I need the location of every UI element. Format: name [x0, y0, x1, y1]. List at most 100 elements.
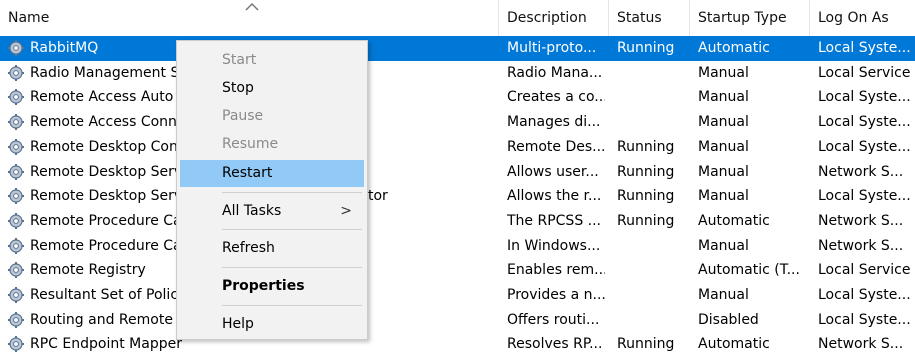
- service-log-on-as: Local Syste...: [818, 188, 911, 205]
- column-header-bar: Name Description Status Startup Type Log…: [0, 0, 915, 37]
- service-description: Provides a n...: [507, 287, 605, 303]
- service-startup-type: Manual: [698, 237, 749, 254]
- gear-icon: [7, 311, 25, 329]
- menu-item-all-tasks-label: All Tasks: [222, 203, 282, 219]
- menu-item-properties-label: Properties: [222, 278, 305, 294]
- service-log-on-as: Local Syste...: [818, 287, 911, 303]
- menu-separator: [222, 305, 362, 306]
- service-log-on-as: Local Syste...: [818, 138, 911, 155]
- service-description: Creates a co...: [507, 89, 605, 106]
- column-header-log-on-as-label: Log On As: [818, 10, 889, 26]
- service-status: Running: [617, 188, 675, 205]
- service-startup-type: Manual: [698, 138, 749, 155]
- menu-item-refresh-label: Refresh: [222, 240, 275, 256]
- service-name-overflow: tor: [368, 188, 388, 205]
- gear-icon: [7, 88, 25, 106]
- column-header-log-on-as[interactable]: Log On As: [810, 0, 915, 36]
- chevron-right-icon: >: [340, 203, 352, 219]
- service-status: Running: [617, 40, 675, 56]
- table-row[interactable]: Remote Access Conn Manages di... Manual Loc…: [0, 110, 915, 135]
- menu-item-help-label: Help: [222, 316, 254, 332]
- menu-separator: [222, 229, 362, 230]
- table-row[interactable]: Remote Desktop Serv Allows the r... Runnin…: [0, 184, 915, 209]
- menu-item-pause-label: Pause: [222, 108, 264, 124]
- service-startup-type: Manual: [698, 114, 749, 131]
- column-header-name-label: Name: [8, 10, 50, 26]
- service-startup-type: Manual: [698, 64, 749, 81]
- menu-separator: [222, 192, 362, 193]
- context-menu: Start Stop Pause Resume Restart All Task…: [176, 40, 368, 340]
- gear-icon: [7, 64, 25, 82]
- service-status: Running: [617, 212, 675, 229]
- gear-icon: [7, 187, 25, 205]
- service-status: Running: [617, 138, 675, 155]
- gear-icon: [7, 163, 25, 181]
- menu-separator: [222, 267, 362, 268]
- service-log-on-as: Local Service: [818, 262, 911, 279]
- service-log-on-as: Network S...: [818, 212, 904, 229]
- service-description: Enables rem...: [507, 262, 605, 279]
- menu-item-pause[interactable]: Pause: [180, 103, 364, 130]
- menu-item-restart-label: Restart: [222, 165, 273, 181]
- service-description: Multi-proto...: [507, 40, 597, 56]
- service-log-on-as: Network S...: [818, 237, 904, 254]
- table-row[interactable]: RabbitMQ Multi-proto... Running Automatic Lo…: [0, 36, 915, 61]
- service-startup-type: Automatic: [698, 212, 770, 229]
- sort-ascending-icon: [245, 2, 259, 11]
- gear-icon: [7, 39, 25, 57]
- column-header-status[interactable]: Status: [609, 0, 690, 36]
- table-row[interactable]: Remote Desktop Con Remote Des... Running Ma…: [0, 135, 915, 160]
- service-description: Offers routi...: [507, 311, 600, 328]
- service-log-on-as: Local Syste...: [818, 40, 911, 56]
- menu-item-resume-label: Resume: [222, 136, 279, 152]
- table-row[interactable]: Remote Access Auto Creates a co... Manual L…: [0, 85, 915, 110]
- gear-icon: [7, 113, 25, 131]
- service-description: Allows user...: [507, 163, 599, 180]
- service-description: In Windows...: [507, 237, 601, 254]
- service-description: Radio Mana...: [507, 64, 603, 81]
- menu-item-stop-label: Stop: [222, 80, 254, 96]
- table-row[interactable]: Resultant Set of Polic Provides a n... Man…: [0, 283, 915, 308]
- service-log-on-as: Local Syste...: [818, 89, 911, 106]
- gear-icon: [7, 237, 25, 255]
- gear-icon: [7, 335, 25, 353]
- column-header-description-label: Description: [507, 10, 587, 26]
- menu-item-help[interactable]: Help: [180, 311, 364, 338]
- table-row[interactable]: Remote Registry Enables rem... Automatic (…: [0, 258, 915, 283]
- service-startup-type: Disabled: [698, 311, 759, 328]
- gear-icon: [7, 286, 25, 304]
- column-header-startup-type[interactable]: Startup Type: [690, 0, 810, 36]
- service-description: Allows the r...: [507, 188, 602, 205]
- table-row[interactable]: Routing and Remote Offers routi... Disable…: [0, 308, 915, 333]
- service-startup-type: Manual: [698, 287, 749, 303]
- menu-item-all-tasks[interactable]: All Tasks >: [180, 198, 364, 225]
- service-log-on-as: Local Syste...: [818, 114, 911, 131]
- service-description: Manages di...: [507, 114, 601, 131]
- service-log-on-as: Network S...: [818, 163, 904, 180]
- column-header-status-label: Status: [617, 10, 662, 26]
- service-status: Running: [617, 163, 675, 180]
- service-startup-type: Manual: [698, 188, 749, 205]
- menu-item-start[interactable]: Start: [180, 47, 364, 74]
- menu-item-stop[interactable]: Stop: [180, 75, 364, 102]
- service-description: Remote Des...: [507, 138, 605, 155]
- service-startup-type: Automatic (T...: [698, 262, 800, 279]
- menu-item-start-label: Start: [222, 52, 257, 68]
- service-startup-type: Manual: [698, 89, 749, 106]
- service-startup-type: Manual: [698, 163, 749, 180]
- gear-icon: [7, 212, 25, 230]
- table-row[interactable]: Radio Management S Radio Mana... Manual Loc…: [0, 61, 915, 86]
- menu-item-properties[interactable]: Properties: [180, 273, 364, 300]
- service-description: The RPCSS ...: [507, 212, 602, 229]
- service-log-on-as: Local Syste...: [818, 311, 911, 328]
- table-row[interactable]: Remote Procedure Ca In Windows... Manual Ne…: [0, 234, 915, 259]
- table-row[interactable]: Remote Procedure Ca The RPCSS ... Running A…: [0, 209, 915, 234]
- column-header-description[interactable]: Description: [499, 0, 609, 36]
- menu-item-resume[interactable]: Resume: [180, 131, 364, 158]
- menu-item-refresh[interactable]: Refresh: [180, 235, 364, 262]
- service-startup-type: Automatic: [698, 40, 770, 56]
- gear-icon: [7, 138, 25, 156]
- gear-icon: [7, 261, 25, 279]
- table-row[interactable]: Remote Desktop Serv Allows user... Running…: [0, 160, 915, 185]
- menu-item-restart[interactable]: Restart: [180, 160, 364, 187]
